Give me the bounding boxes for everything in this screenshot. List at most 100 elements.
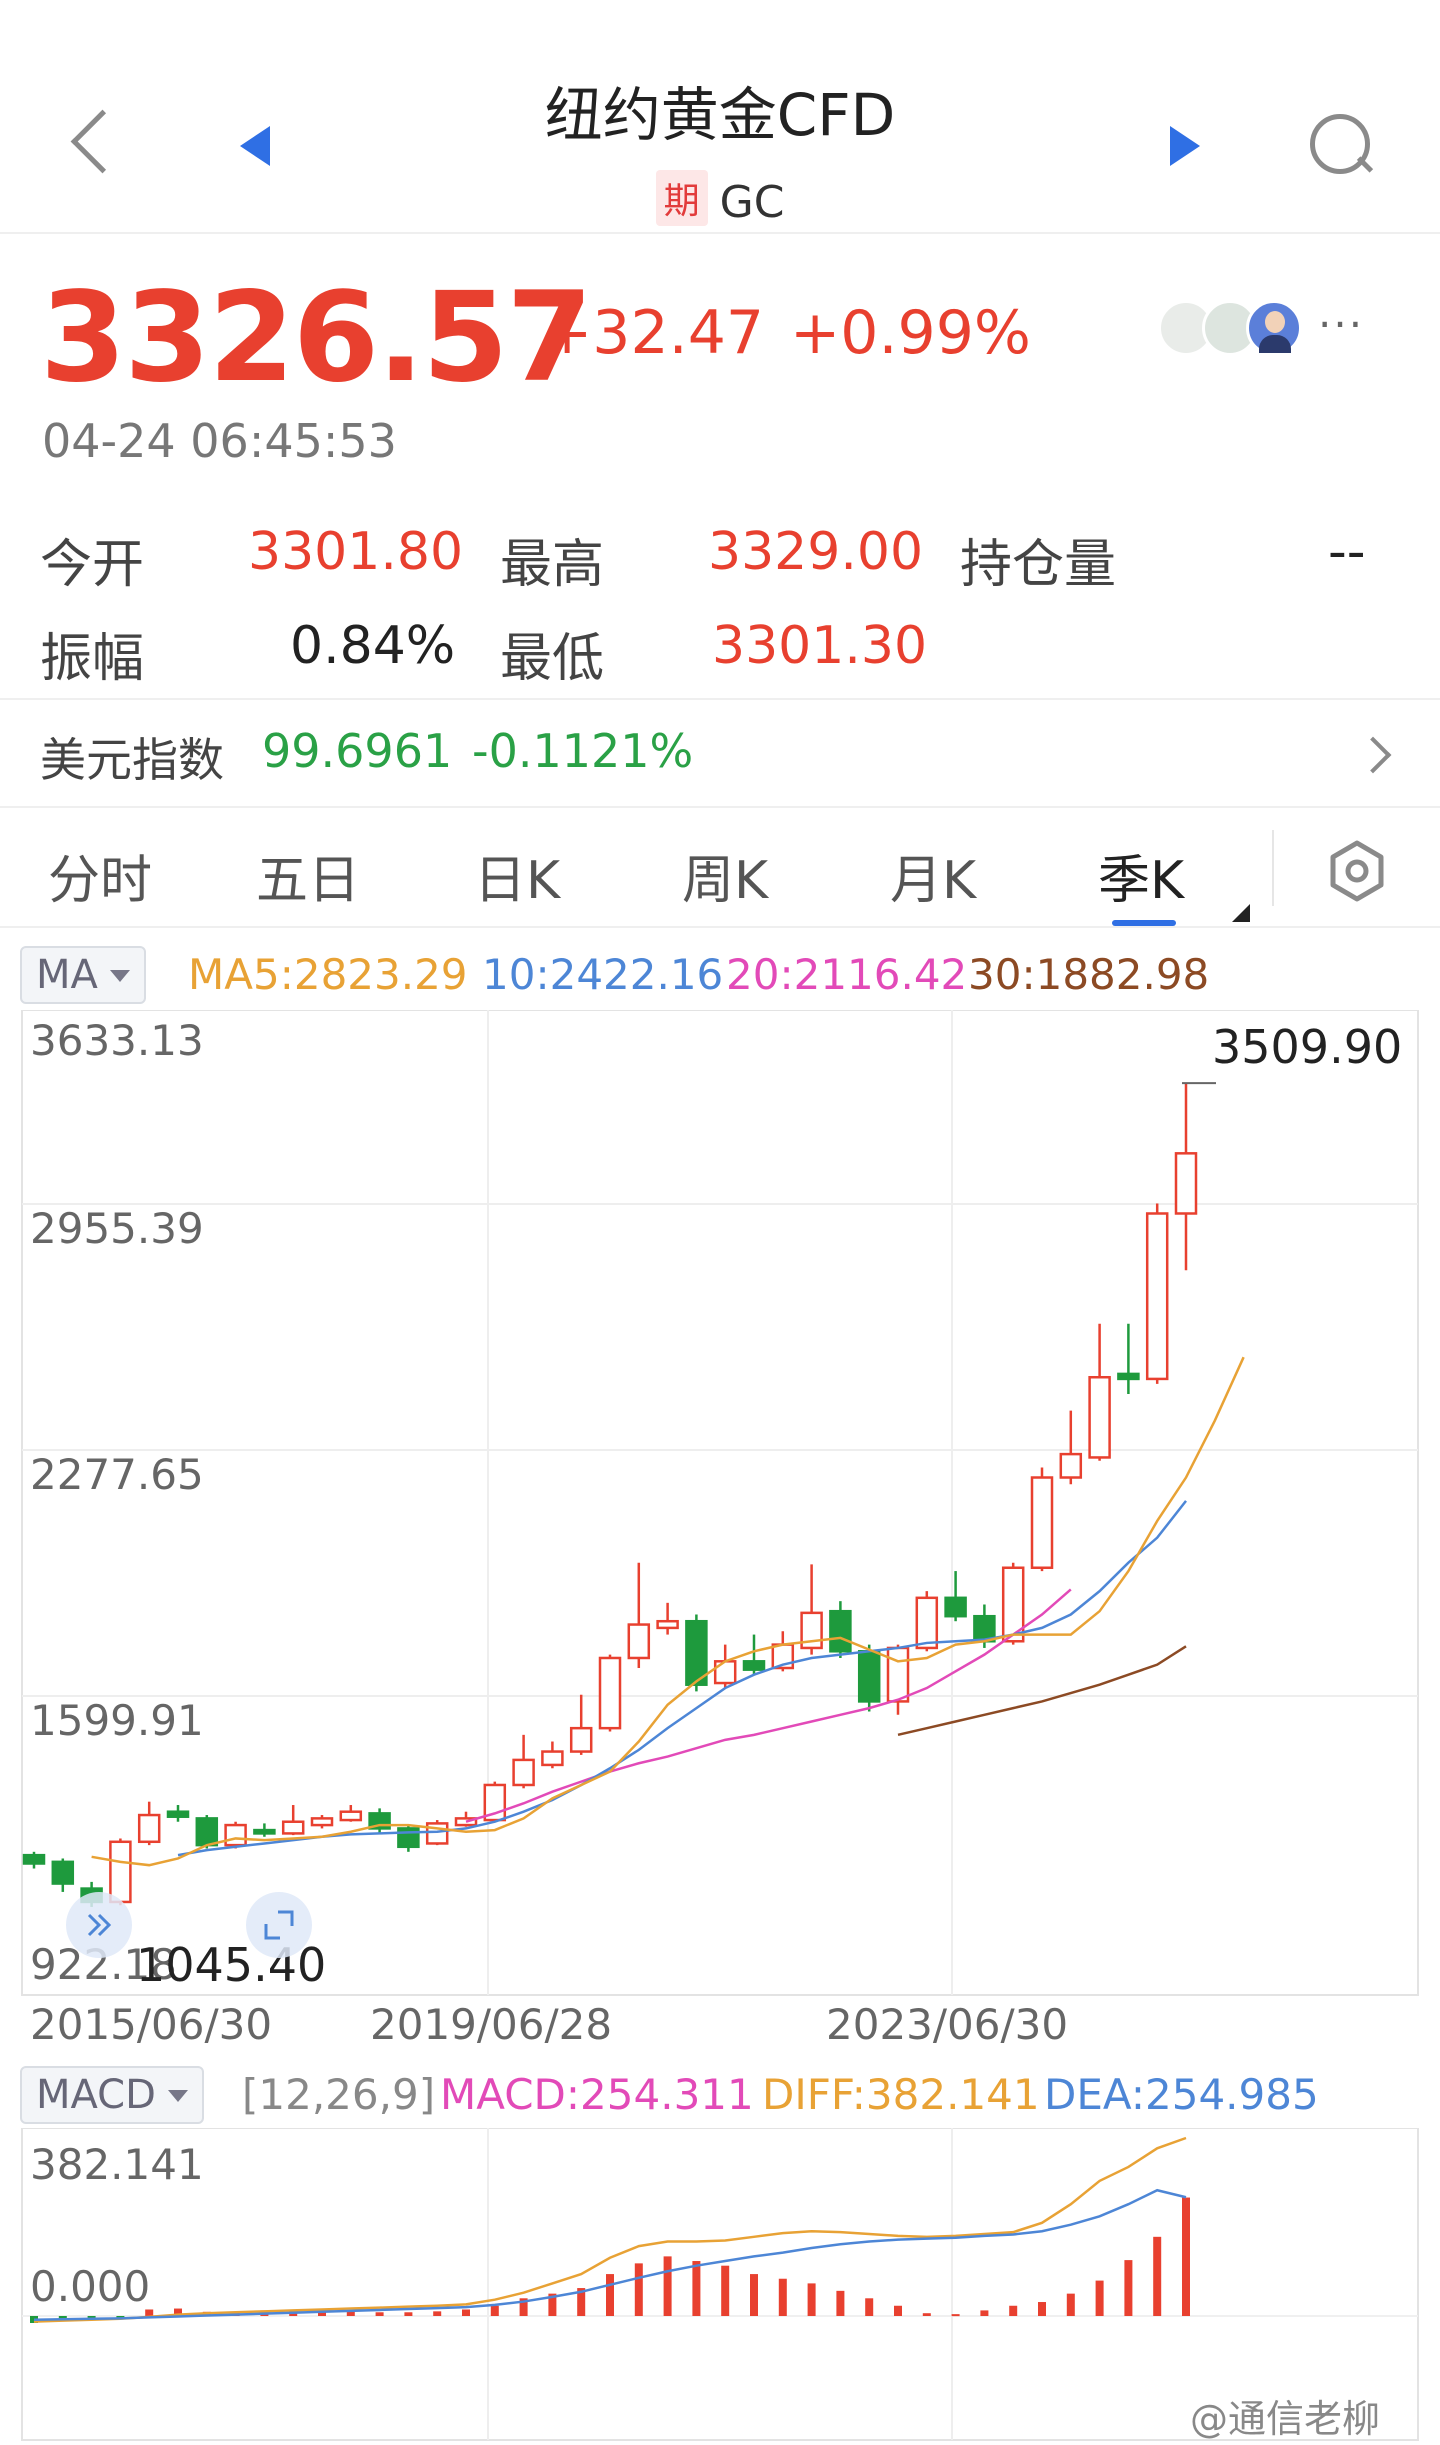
candle-body	[829, 1609, 852, 1653]
chevron-down-icon	[167, 2090, 188, 2102]
macd-bar	[865, 2298, 874, 2316]
tab-monthly-k[interactable]: 月K	[890, 838, 976, 913]
indicator-selector-macd[interactable]: MACD	[20, 2066, 204, 2124]
macd-bar	[462, 2309, 470, 2316]
macd-bar	[606, 2274, 614, 2316]
candle-body	[1059, 1452, 1083, 1479]
candle-body	[944, 1596, 967, 1618]
futures-badge: 期	[655, 170, 708, 226]
watermark-text: @通信老柳	[1190, 2397, 1381, 2441]
candle-body	[915, 1596, 939, 1650]
candle-body	[541, 1750, 564, 1767]
next-instrument-icon[interactable]	[1170, 126, 1200, 166]
indicator-selector-label: MACD	[36, 2072, 156, 2118]
open-interest-value: --	[1328, 522, 1366, 582]
candle-body	[166, 1810, 190, 1818]
avatar	[1246, 300, 1302, 356]
macd-y-tick: 0.000	[30, 2262, 151, 2311]
indicator-selector-label: MA	[36, 952, 98, 998]
search-icon[interactable]	[1308, 112, 1372, 176]
candle-body	[339, 1810, 363, 1822]
macd-bar	[778, 2278, 787, 2316]
candle-body	[569, 1726, 593, 1753]
ma30-legend: 30:1882.98	[968, 950, 1210, 999]
indicator-selector-ma[interactable]: MA	[20, 946, 146, 1004]
tab-quarterly-k[interactable]: 季K	[1098, 838, 1184, 913]
chart-settings-icon[interactable]	[1326, 840, 1388, 902]
chevron-down-icon	[109, 970, 130, 982]
more-options-icon[interactable]: ···	[1318, 300, 1364, 349]
candle-body	[310, 1817, 334, 1827]
candle-body	[857, 1650, 881, 1703]
macd-params: [12,26,9]	[242, 2070, 436, 2119]
ma5-legend: MA5:2823.29	[188, 950, 468, 999]
instrument-subtitle: 期 GC	[0, 170, 1440, 228]
dea-legend: DEA:254.985	[1044, 2070, 1319, 2119]
candle-body	[224, 1823, 247, 1847]
candle-body	[512, 1758, 535, 1787]
macd-bar	[692, 2261, 701, 2316]
active-tab-indicator	[1112, 920, 1176, 926]
macd-bar	[490, 2305, 499, 2316]
tab-daily-k[interactable]: 日K	[474, 838, 560, 913]
y-axis-tick: 3633.13	[30, 1016, 204, 1065]
candle-body	[656, 1619, 679, 1630]
candle-body	[1030, 1476, 1054, 1569]
y-axis-tick: 2955.39	[30, 1204, 204, 1253]
candle-body	[1117, 1372, 1140, 1381]
x-axis-tick: 2023/06/30	[826, 2000, 1069, 2049]
candle-body	[1145, 1212, 1169, 1381]
macd-bar	[980, 2310, 989, 2316]
x-axis-tick: 2015/06/30	[30, 2000, 273, 2049]
community-avatars[interactable]	[1150, 296, 1310, 360]
macd-bar	[404, 2312, 413, 2316]
max-price-label: 3509.90	[1212, 1020, 1403, 1074]
macd-bar	[1124, 2260, 1133, 2316]
usd-index-label: 美元指数	[40, 733, 224, 787]
high-label: 最高	[500, 535, 605, 595]
candle-body	[22, 1853, 46, 1865]
candle-body	[598, 1656, 622, 1730]
macd-bar	[433, 2311, 442, 2316]
macd-bar	[663, 2256, 672, 2316]
macd-bar	[836, 2290, 845, 2316]
candle-body	[253, 1828, 276, 1835]
candle-body	[1174, 1152, 1198, 1215]
open-interest-label: 持仓量	[960, 535, 1117, 595]
tab-weekly-k[interactable]: 周K	[682, 838, 768, 913]
usd-index-value: 99.6961	[262, 724, 453, 778]
ma20-legend: 20:2116.42	[726, 950, 968, 999]
macd-bar	[922, 2313, 931, 2316]
open-value: 3301.80	[248, 522, 464, 582]
macd-bar	[375, 2312, 384, 2316]
macd-legend: MACD:254.311	[440, 2070, 754, 2119]
candle-body	[137, 1813, 161, 1844]
y-axis-tick: 1599.91	[30, 1696, 204, 1745]
tab-dropdown-icon[interactable]	[1232, 904, 1250, 922]
low-label: 最低	[500, 629, 605, 689]
macd-bar	[634, 2263, 643, 2316]
tab-intraday[interactable]: 分时	[48, 838, 152, 913]
tab-five-day[interactable]: 五日	[256, 838, 360, 913]
macd-bar	[1038, 2302, 1046, 2316]
instrument-code: GC	[719, 177, 785, 228]
last-price: 3326.57	[40, 266, 593, 410]
macd-y-tick: 382.141	[30, 2140, 204, 2189]
divider	[1272, 830, 1274, 906]
macd-bar	[1153, 2236, 1162, 2316]
macd-bar	[1066, 2293, 1075, 2316]
price-change-percent: +0.99%	[790, 298, 1031, 368]
macd-bar	[1095, 2280, 1104, 2316]
macd-bar	[894, 2305, 902, 2316]
high-value: 3329.00	[708, 522, 924, 582]
ma30-line	[897, 1645, 1187, 1737]
amplitude-value: 0.84%	[290, 616, 456, 676]
macd-bar	[1009, 2305, 1018, 2316]
chart-expand-button[interactable]	[244, 1890, 314, 1960]
chart-scroll-button[interactable]	[64, 1890, 134, 1960]
macd-bar	[951, 2314, 960, 2317]
amplitude-label: 振幅	[40, 629, 145, 689]
candlestick-chart[interactable]	[0, 1010, 1440, 2000]
open-label: 今开	[40, 535, 145, 595]
usd-index-change: -0.1121%	[472, 724, 694, 778]
